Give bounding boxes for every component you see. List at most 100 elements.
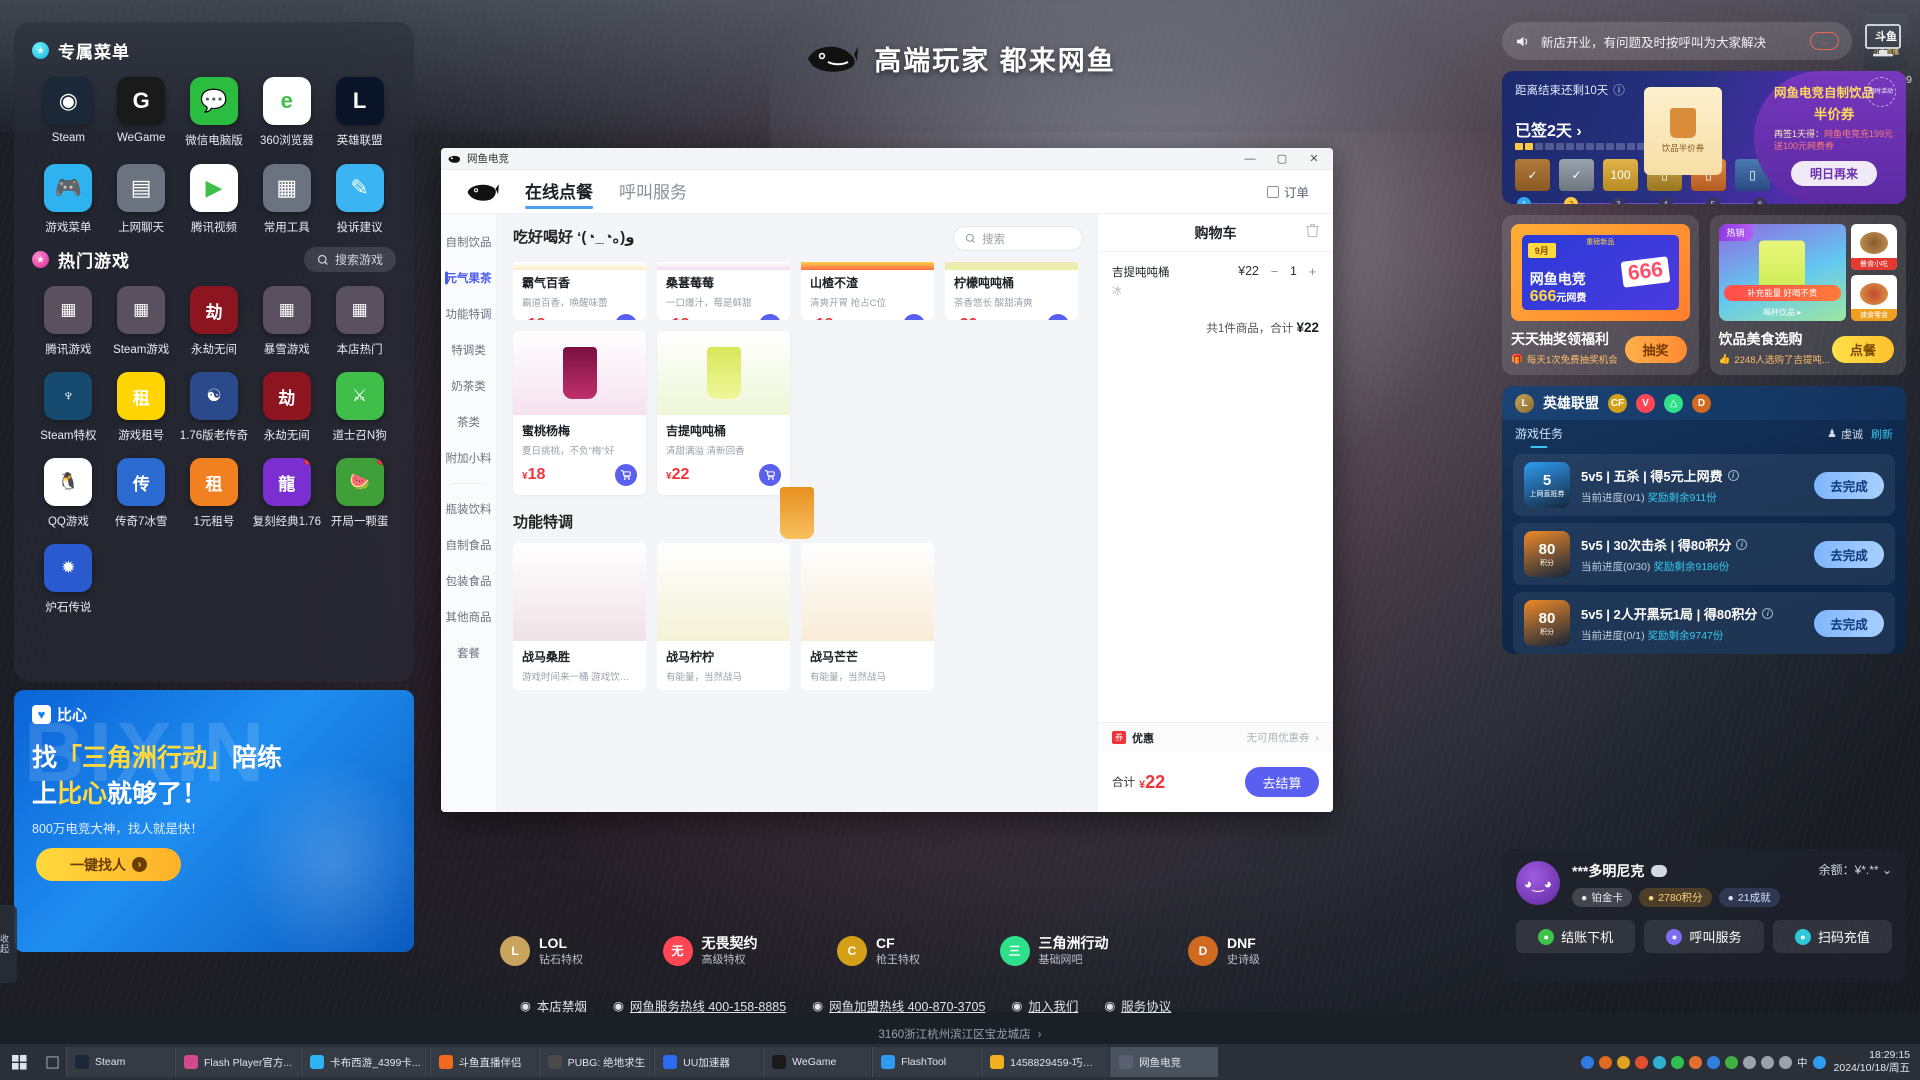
game-item-rent-1yuan[interactable]: 租 1元租号 (178, 458, 251, 529)
info-icon[interactable]: i (1727, 469, 1739, 481)
microphone-icon[interactable] (1743, 1055, 1757, 1069)
app-item-wegame[interactable]: G WeGame (105, 77, 178, 148)
privilege-dnf[interactable]: D DNF 史诗级 (1188, 935, 1260, 967)
taskbar-quicklaunch-icon[interactable] (38, 1044, 66, 1080)
category-1[interactable]: 元气果茶 (441, 260, 496, 296)
tray-icon-1[interactable] (1581, 1055, 1595, 1069)
order-food-button[interactable]: 点餐 (1832, 336, 1894, 363)
app-item-lol[interactable]: L 英雄联盟 (323, 77, 396, 148)
game-item-rent-account[interactable]: 租游戏租号 (105, 372, 178, 443)
add-to-cart-button[interactable] (759, 464, 781, 486)
crossfire-icon[interactable]: CF (1608, 393, 1627, 413)
game-item-naraka[interactable]: 劫永劫无间 (178, 286, 251, 357)
app-item-browser-360[interactable]: e 360浏览器 (250, 77, 323, 148)
checkout-button[interactable]: 去结算 (1245, 767, 1319, 797)
info-icon[interactable]: i (1736, 538, 1748, 550)
category-7[interactable]: 瓶装饮料 (441, 491, 496, 527)
product-card[interactable]: 霸气百香霸道百香，唤醒味蕾 ¥18 (513, 262, 646, 320)
close-button[interactable]: ✕ (1301, 149, 1327, 169)
category-8[interactable]: 自制食品 (441, 527, 496, 563)
privilege-delta-force[interactable]: 三三角洲行动 基础网吧 (999, 935, 1109, 967)
footer-link-4[interactable]: ◉ 服务协议 (1104, 996, 1171, 1015)
tray-icon-9[interactable] (1725, 1055, 1739, 1069)
increase-qty-button[interactable]: + (1306, 264, 1319, 279)
game-item-legend7[interactable]: 传传奇7冰雪 (105, 458, 178, 529)
decrease-qty-button[interactable]: − (1268, 264, 1281, 279)
app-item-steam[interactable]: ◉ Steam (32, 77, 105, 148)
info-icon[interactable]: ⓘ (1613, 82, 1625, 98)
collapse-edge-tab[interactable]: 收起 (0, 905, 17, 983)
clear-cart-button[interactable] (1306, 223, 1319, 242)
info-icon[interactable]: i (1762, 607, 1774, 619)
taskbar-window-wegame[interactable]: WeGame (763, 1047, 872, 1077)
taskbar-window-kabu[interactable]: 卡布西游_4399卡... (301, 1047, 429, 1077)
footer-link-3[interactable]: ◉ 加入我们 (1011, 996, 1078, 1015)
category-11[interactable]: 套餐 (441, 635, 496, 671)
app-item-chat-group[interactable]: ▤ 上网聊天 (105, 164, 178, 235)
app-item-gamepad[interactable]: 🎮 游戏菜单 (32, 164, 105, 235)
game-item-qq-games[interactable]: 🐧 QQ游戏 (32, 458, 105, 529)
game-item-steam-privilege[interactable]: ♆ Steam特权 (32, 372, 105, 443)
taskbar-clock[interactable]: 18:29:15 2024/10/18/周五 (1834, 1049, 1920, 1075)
footer-link-2[interactable]: ◉ 网鱼加盟热线 400-870-3705 (812, 996, 985, 1015)
privilege-valorant[interactable]: 无无畏契约 高级特权 (662, 935, 758, 967)
privilege-lol[interactable]: L LOL 钻石特权 (500, 935, 583, 967)
game-item-classic176[interactable]: 龍复刻经典1.76 (250, 458, 323, 529)
app-item-feedback[interactable]: ✎ 投诉建议 (323, 164, 396, 235)
lottery-button[interactable]: 抽奖 (1624, 336, 1687, 363)
app-item-tencent-video[interactable]: ▶ 腾讯视频 (178, 164, 251, 235)
promo-lottery-card[interactable]: 重磅新品 9月 网鱼电竞 666元网费 666 天天抽奖领福利 🎁 每天1次免费抽… (1502, 215, 1699, 375)
task-complete-button[interactable]: 去完成 (1814, 540, 1884, 568)
category-0[interactable]: 自制饮品 (441, 224, 496, 260)
category-9[interactable]: 包装食品 (441, 563, 496, 599)
tab-game-tasks[interactable]: 游戏任务 (1515, 425, 1563, 442)
product-card[interactable]: 战马柠柠 有能量，当然战马 (657, 487, 814, 690)
taskbar-window-flashtool[interactable]: FlashTool (872, 1047, 981, 1077)
delta-force-icon[interactable]: △ (1664, 393, 1683, 413)
category-6[interactable]: 附加小料 (441, 440, 496, 476)
user-button-logout[interactable]: ● 结账下机 (1516, 920, 1636, 953)
game-item-hearthstone[interactable]: ✹ 炉石传说 (32, 544, 105, 615)
privilege-crossfire[interactable]: C CF 枪王特权 (837, 935, 920, 967)
orders-link[interactable]: 订单 (1266, 182, 1309, 201)
product-card[interactable]: 蜜桃杨梅 夏日挑桃，不负"梅"好 ¥18 (513, 331, 646, 495)
product-card[interactable]: 战马芒芒 有能量，当然战马 (780, 487, 934, 690)
game-item-tencent-games[interactable]: ▦ 腾讯游戏 (32, 286, 105, 357)
qq-tray-icon[interactable] (1812, 1055, 1826, 1069)
signin-campaign-card[interactable]: 距离结束还剩10天 ⓘ 已签2天 › ✓ ✓ 100 ▯ ▯ ▯ 123456 … (1502, 71, 1906, 204)
tray-icon-6[interactable] (1671, 1055, 1685, 1069)
refresh-button[interactable]: 刷新 (1871, 426, 1893, 442)
game-item-taoist[interactable]: ⚔ 道士召N狗 (323, 372, 396, 443)
user-button-bell[interactable]: ● 呼叫服务 (1644, 920, 1764, 953)
category-3[interactable]: 特调类 (441, 332, 496, 368)
taskbar-window-flash[interactable]: Flash Player官方... (175, 1047, 301, 1077)
game-item-egg-game[interactable]: 🍉 开局一颗蛋 (323, 458, 396, 529)
monitor-icon[interactable] (1862, 22, 1906, 60)
footer-link-1[interactable]: ◉ 网鱼服务热线 400-158-8885 (613, 996, 786, 1015)
taskbar-window-steam[interactable]: Steam (66, 1047, 174, 1077)
taskbar-window-douyu[interactable]: 斗鱼直播伴侣 (429, 1047, 538, 1077)
ad-cta-button[interactable]: 一键找人 › (36, 848, 181, 881)
game-item-steam-games[interactable]: ▦ Steam游戏 (105, 286, 178, 357)
task-complete-button[interactable]: 去完成 (1814, 471, 1884, 499)
network-icon[interactable] (1761, 1055, 1775, 1069)
app-item-wechat[interactable]: 💬 微信电脑版 (178, 77, 251, 148)
category-2[interactable]: 功能特调 (441, 296, 496, 332)
bixin-ad-banner[interactable]: BIXIN ♥ 比心 找「三角洲行动」陪练 上比心就够了！ 800万电竞大神，找… (14, 690, 414, 952)
game-item-naraka-2[interactable]: 劫永劫无间 (250, 372, 323, 443)
maximize-button[interactable]: ▢ (1269, 149, 1295, 169)
game-item-blizzard-games[interactable]: ▦ 暴雪游戏 (250, 286, 323, 357)
product-card[interactable]: 吉提吨吨桶 清甜满溢 清新回香 ¥22 (657, 331, 790, 495)
volume-icon[interactable] (1779, 1055, 1793, 1069)
taskbar-window-qq[interactable]: 1458829459-巧地... (981, 1047, 1110, 1077)
category-5[interactable]: 茶类 (441, 404, 496, 440)
game-item-legend176[interactable]: ☯ 1.76版老传奇 (178, 372, 251, 443)
tray-icon-5[interactable] (1653, 1055, 1667, 1069)
product-card[interactable]: 柠檬吨吨桶茶香悠长 酸甜清爽 ¥20 (945, 262, 1078, 320)
category-4[interactable]: 奶茶类 (441, 368, 496, 404)
taskbar-window-wangyu[interactable]: 网鱼电竞 (1110, 1047, 1219, 1077)
game-item-store-hot[interactable]: ▦ 本店热门 (323, 286, 396, 357)
tab-online-order[interactable]: 在线点餐 (525, 178, 593, 209)
product-card[interactable]: 战马桑胜 游戏时间来一桶 游戏饮料桶装 (513, 487, 814, 690)
signin-button[interactable]: 明日再来 (1791, 161, 1877, 187)
